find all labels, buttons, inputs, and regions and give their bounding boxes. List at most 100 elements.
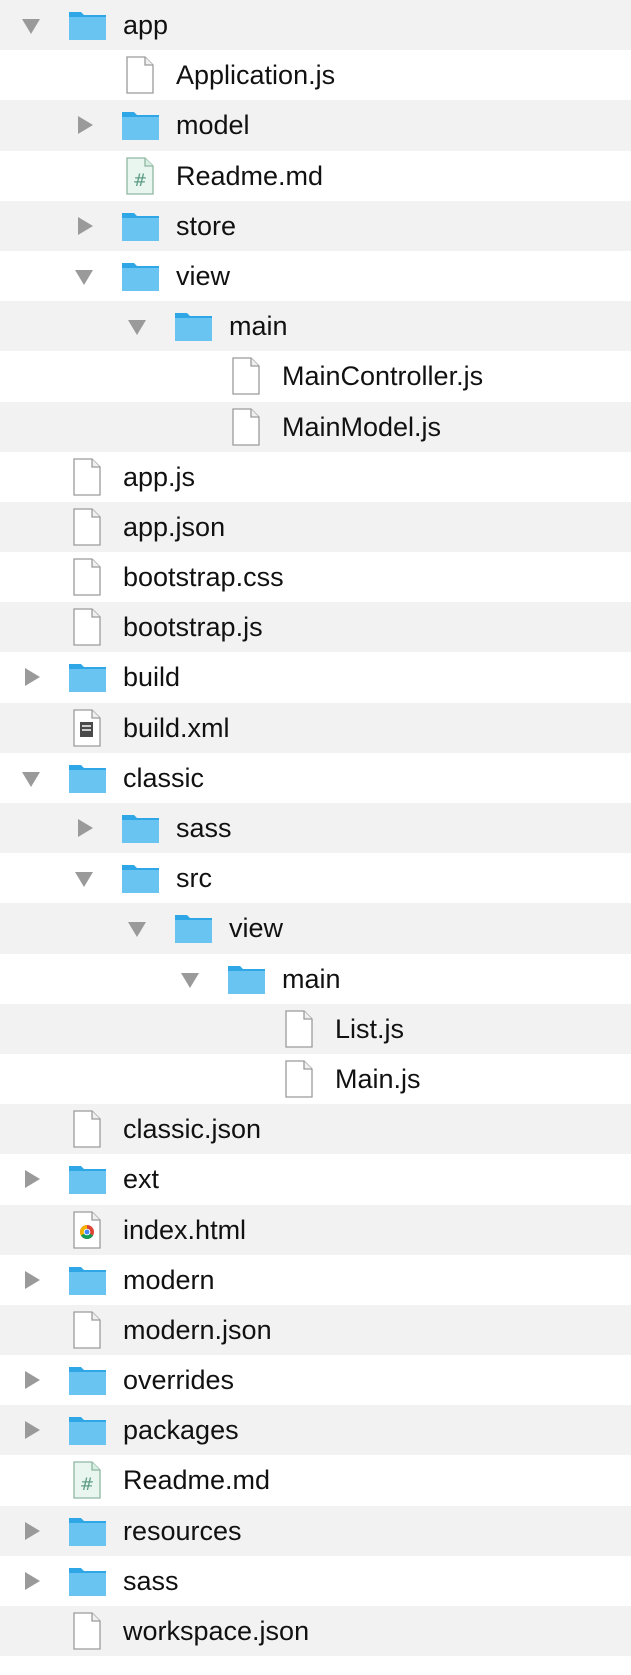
document-icon	[72, 458, 102, 501]
svg-text:#: #	[80, 1475, 94, 1495]
tree-row-file[interactable]: # Readme.md	[0, 151, 631, 201]
tree-item-label: bootstrap.css	[123, 562, 284, 593]
tree-row-file[interactable]: bootstrap.js	[0, 602, 631, 653]
tree-item-label: workspace.json	[123, 1616, 310, 1646]
tree-item-label: main	[282, 963, 341, 994]
tree-item-label: modern.json	[123, 1314, 272, 1345]
disclosure-closed-icon[interactable]	[25, 668, 40, 687]
document-icon	[72, 558, 102, 601]
folder-icon	[121, 259, 161, 298]
tree-row-folder[interactable]: overrides	[0, 1355, 631, 1405]
tree-item-label: build.xml	[123, 712, 230, 743]
tree-row-folder[interactable]: sass	[0, 1556, 631, 1606]
tree-row-file[interactable]: app.js	[0, 452, 631, 502]
document-icon	[284, 1010, 314, 1053]
tree-row-file[interactable]: build.xml	[0, 702, 631, 753]
tree-item-label: index.html	[123, 1214, 247, 1245]
tree-item-label: List.js	[335, 1013, 405, 1044]
tree-row-file[interactable]: modern.json	[0, 1304, 631, 1356]
tree-row-folder[interactable]: src	[0, 853, 631, 903]
tree-item-label: model	[176, 110, 250, 141]
disclosure-open-icon[interactable]	[22, 19, 40, 34]
tree-row-folder[interactable]: main	[0, 301, 631, 352]
disclosure-open-icon[interactable]	[181, 972, 199, 988]
folder-icon	[68, 1514, 108, 1553]
disclosure-closed-icon[interactable]	[25, 1270, 40, 1289]
tree-item-label: sass	[123, 1565, 179, 1596]
document-icon	[72, 608, 102, 651]
disclosure-closed-icon[interactable]	[25, 1170, 40, 1189]
folder-icon	[68, 1162, 108, 1201]
xml-file-icon	[72, 708, 102, 752]
tree-row-file[interactable]: Main.js	[0, 1054, 631, 1104]
tree-row-file[interactable]: workspace.json	[0, 1606, 631, 1657]
tree-row-folder[interactable]: view	[0, 251, 631, 301]
disclosure-open-icon[interactable]	[75, 872, 93, 888]
tree-row-folder[interactable]: app	[0, 0, 631, 51]
disclosure-closed-icon[interactable]	[78, 819, 93, 837]
tree-item-label: packages	[123, 1415, 239, 1446]
disclosure-closed-icon[interactable]	[78, 216, 93, 235]
tree-item-label: app.js	[123, 461, 196, 492]
folder-icon	[68, 1413, 108, 1452]
folder-icon	[174, 309, 214, 348]
tree-row-folder[interactable]: main	[0, 954, 631, 1004]
tree-item-label: store	[176, 210, 237, 241]
markdown-file-icon: #	[125, 156, 155, 200]
tree-row-file[interactable]: app.json	[0, 501, 631, 553]
folder-icon	[121, 108, 161, 147]
folder-icon	[174, 911, 214, 950]
tree-item-label: bootstrap.js	[123, 612, 263, 643]
tree-row-folder[interactable]: model	[0, 100, 631, 151]
disclosure-closed-icon[interactable]	[25, 1371, 40, 1390]
disclosure-closed-icon[interactable]	[25, 1521, 40, 1540]
tree-row-folder[interactable]: sass	[0, 803, 631, 854]
disclosure-closed-icon[interactable]	[25, 1421, 40, 1440]
tree-row-folder[interactable]: modern	[0, 1255, 631, 1305]
disclosure-closed-icon[interactable]	[78, 116, 93, 135]
tree-item-label: build	[123, 662, 181, 693]
tree-row-folder[interactable]: classic	[0, 753, 631, 803]
tree-row-file[interactable]: # Readme.md	[0, 1455, 631, 1505]
disclosure-closed-icon[interactable]	[25, 1571, 40, 1590]
tree-row-folder[interactable]: store	[0, 200, 631, 251]
disclosure-open-icon[interactable]	[75, 269, 93, 285]
document-icon	[231, 357, 261, 400]
tree-row-file[interactable]: List.js	[0, 1003, 631, 1054]
disclosure-open-icon[interactable]	[22, 771, 40, 787]
tree-item-label: app	[123, 10, 169, 40]
folder-icon	[121, 209, 161, 248]
tree-row-file[interactable]: MainController.js	[0, 351, 631, 401]
tree-row-file[interactable]: index.html	[0, 1204, 631, 1255]
svg-text:#: #	[133, 171, 147, 191]
tree-row-file[interactable]: classic.json	[0, 1104, 631, 1155]
document-icon	[231, 407, 261, 451]
tree-item-label: resources	[123, 1515, 242, 1546]
folder-icon	[68, 660, 108, 699]
folder-icon	[68, 761, 108, 800]
tree-item-label: sass	[176, 813, 232, 843]
tree-item-label: overrides	[123, 1365, 235, 1396]
tree-item-label: view	[229, 913, 284, 944]
tree-row-folder[interactable]: resources	[0, 1505, 631, 1556]
tree-row-folder[interactable]: view	[0, 903, 631, 954]
tree-item-label: modern	[123, 1264, 215, 1295]
folder-icon	[68, 1363, 108, 1402]
tree-row-folder[interactable]: ext	[0, 1154, 631, 1204]
disclosure-open-icon[interactable]	[128, 922, 146, 938]
tree-row-file[interactable]: Application.js	[0, 50, 631, 100]
document-icon	[72, 508, 102, 551]
tree-item-label: Application.js	[176, 60, 336, 91]
folder-icon	[121, 811, 161, 850]
tree-row-folder[interactable]: packages	[0, 1405, 631, 1456]
folder-icon	[68, 1263, 108, 1302]
tree-item-label: app.json	[123, 511, 226, 542]
folder-icon	[121, 861, 161, 900]
folder-icon	[68, 1564, 108, 1603]
tree-item-label: Readme.md	[123, 1465, 271, 1496]
disclosure-open-icon[interactable]	[128, 320, 146, 336]
tree-row-folder[interactable]: build	[0, 652, 631, 702]
tree-item-label: MainController.js	[282, 361, 484, 392]
tree-row-file[interactable]: bootstrap.css	[0, 552, 631, 602]
tree-row-file[interactable]: MainModel.js	[0, 401, 631, 452]
